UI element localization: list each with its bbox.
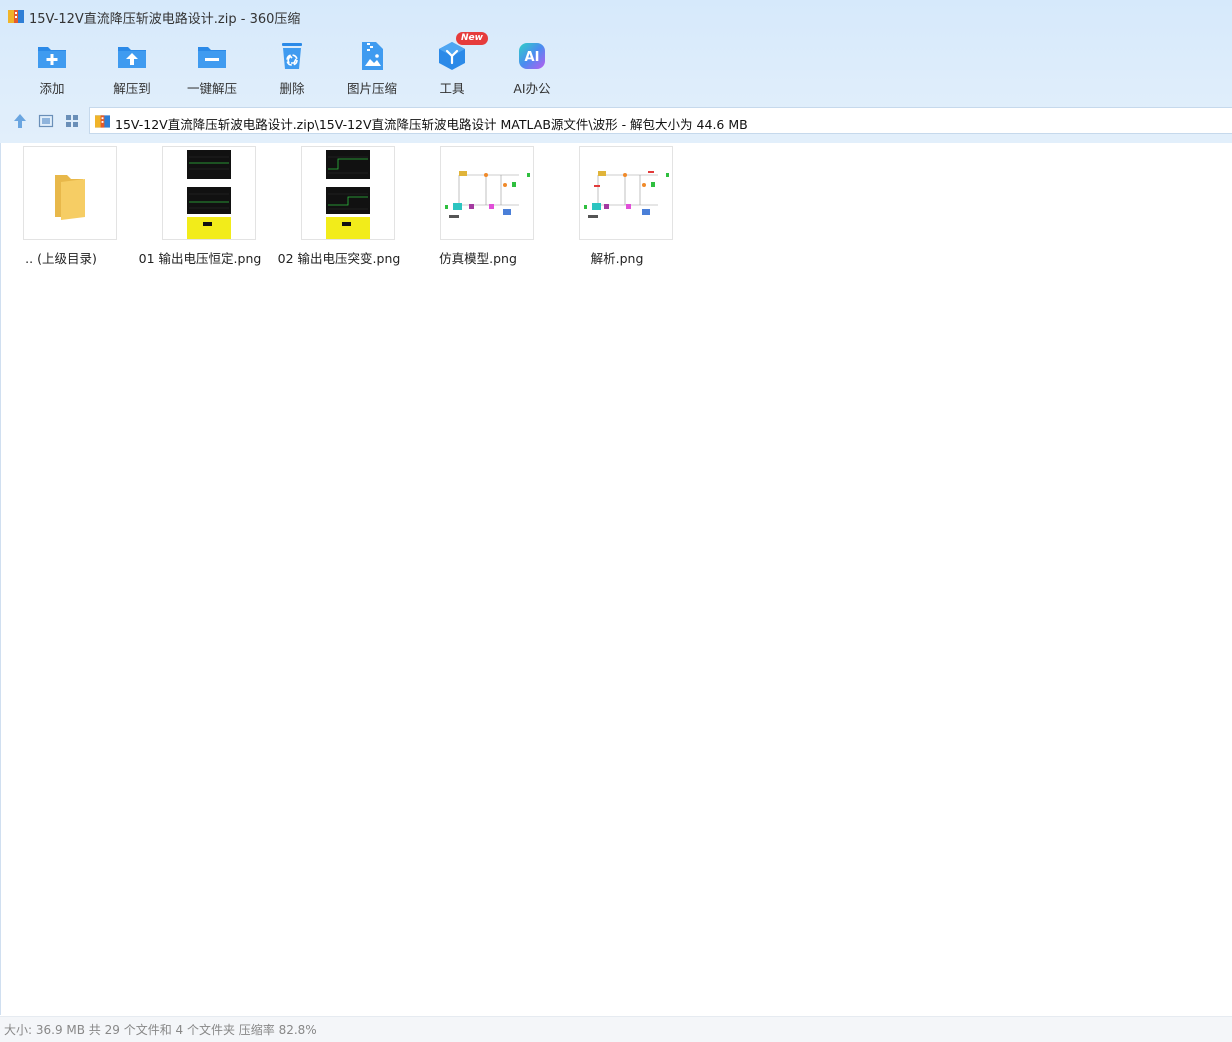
file-item[interactable]: 解析.png (557, 146, 677, 266)
delete-button[interactable]: 删除 (252, 36, 332, 98)
file-item[interactable]: 仿真模型.png (418, 146, 538, 266)
parent-folder-item[interactable]: .. (上级目录) (1, 146, 121, 266)
add-button[interactable]: 添加 (12, 36, 92, 98)
top-panel: 15V-12V直流降压斩波电路设计.zip - 360压缩 添加 解压到 一键解… (0, 0, 1232, 143)
extract-to-button[interactable]: 解压到 (92, 36, 172, 98)
ai-icon-text: AI (525, 50, 540, 65)
extract-to-label: 解压到 (113, 81, 151, 96)
title-bar: 15V-12V直流降压斩波电路设计.zip - 360压缩 (0, 0, 1232, 32)
up-arrow-icon[interactable] (12, 113, 28, 129)
address-bar[interactable]: 15V-12V直流降压斩波电路设计.zip\15V-12V直流降压斩波电路设计 … (89, 107, 1232, 134)
address-path: 15V-12V直流降压斩波电路设计.zip\15V-12V直流降压斩波电路设计 … (115, 117, 748, 132)
ai-office-icon: AI (519, 43, 545, 69)
image-compress-label: 图片压缩 (346, 81, 397, 96)
file-name: 解析.png (590, 251, 644, 266)
zip-app-icon (8, 10, 24, 23)
navigation-bar: 15V-12V直流降压斩波电路设计.zip\15V-12V直流降压斩波电路设计 … (0, 106, 1232, 136)
folder-minus-icon (198, 47, 226, 68)
file-name: 01 输出电压恒定.png (138, 251, 262, 266)
delete-label: 删除 (279, 81, 305, 96)
zip-file-icon (95, 115, 110, 128)
file-list: .. (上级目录) 01 输出电压恒定.png 02 输出电压突变.png 仿真… (0, 143, 1232, 1015)
one-click-extract-button[interactable]: 一键解压 (172, 36, 252, 98)
waveform-thumbnail (162, 146, 256, 240)
detail-view-icon[interactable] (38, 113, 54, 129)
file-name: 02 输出电压突变.png (277, 251, 401, 266)
window-title: 15V-12V直流降压斩波电路设计.zip - 360压缩 (29, 12, 301, 27)
circuit-thumbnail (579, 146, 673, 240)
ai-office-label: AI办公 (513, 81, 551, 96)
tools-button[interactable]: New 工具 (412, 32, 492, 98)
folder-icon (55, 175, 85, 220)
file-name: .. (上级目录) (25, 251, 97, 266)
one-click-extract-label: 一键解压 (186, 81, 237, 96)
image-compress-icon (362, 42, 383, 70)
parent-folder-thumbnail (23, 146, 117, 240)
file-name: 仿真模型.png (439, 251, 517, 266)
add-label: 添加 (39, 81, 65, 96)
recycle-bin-icon (282, 43, 302, 69)
waveform-thumbnail (301, 146, 395, 240)
file-item[interactable]: 02 输出电压突变.png (278, 146, 400, 266)
status-text: 大小: 36.9 MB 共 29 个文件和 4 个文件夹 压缩率 82.8% (4, 1023, 317, 1037)
new-badge: New (456, 32, 488, 45)
folder-add-icon (38, 47, 66, 68)
file-item[interactable]: 01 输出电压恒定.png (139, 146, 261, 266)
toolbar: 添加 解压到 一键解压 删除 图片压缩 New 工具 AI AI办公 (0, 32, 620, 102)
status-bar: 大小: 36.9 MB 共 29 个文件和 4 个文件夹 压缩率 82.8% (0, 1016, 1232, 1042)
folder-upload-icon (118, 47, 146, 68)
thumbnail-view-icon[interactable] (64, 113, 80, 129)
circuit-thumbnail (440, 146, 534, 240)
ai-office-button[interactable]: AI AI办公 (492, 36, 572, 98)
tools-label: 工具 (439, 81, 465, 96)
image-compress-button[interactable]: 图片压缩 (332, 36, 412, 98)
